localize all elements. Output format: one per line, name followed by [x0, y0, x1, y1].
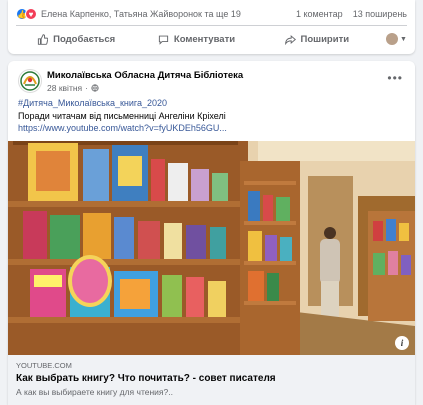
post-url-link[interactable]: https://www.youtube.com/watch?v=fyUKDEh5… [18, 122, 405, 135]
share-button[interactable]: Поширити [257, 34, 377, 45]
avatar [386, 33, 399, 45]
post-card: Миколаївська Обласна Дитяча Бібліотека 2… [8, 61, 415, 405]
share-label: Поширити [300, 33, 350, 45]
reaction-icons[interactable]: 👍 ♥ [16, 8, 37, 20]
comment-label: Коментувати [173, 33, 236, 45]
previous-post-footer: 👍 ♥ Елена Карпенко, Татьяна Жайворонок т… [8, 0, 415, 54]
comment-icon [158, 35, 168, 45]
more-options-icon[interactable]: ••• [387, 71, 403, 85]
reacted-by-text[interactable]: Елена Карпенко, Татьяна Жайворонок та ще… [41, 9, 296, 19]
chevron-down-icon: ▼ [400, 35, 407, 43]
divider [16, 25, 407, 26]
post-meta: 28 квітня · [47, 83, 99, 93]
page-name-link[interactable]: Миколаївська Обласна Дитяча Бібліотека [47, 70, 243, 81]
share-as-selector[interactable]: ▼ [377, 33, 407, 45]
action-bar: Подобається Коментувати Поширити ▼ [16, 28, 407, 50]
info-icon[interactable]: i [395, 336, 409, 350]
post-message: Поради читачам від письменниці Ангеліни … [18, 110, 226, 121]
link-preview-image[interactable]: i [8, 141, 415, 355]
link-domain: YOUTUBE.COM [16, 361, 72, 370]
library-logo-icon [20, 71, 40, 91]
post-header: Миколаївська Обласна Дитяча Бібліотека 2… [16, 67, 407, 97]
page-avatar[interactable] [18, 69, 42, 93]
bookstore-photo [8, 141, 415, 355]
reactions-summary: 👍 ♥ Елена Карпенко, Татьяна Жайворонок т… [16, 6, 407, 22]
comment-button[interactable]: Коментувати [136, 34, 256, 45]
hashtag-link[interactable]: #Дитяча_Миколаївська_книга_2020 [18, 97, 405, 110]
link-title: Как выбрать книгу? Что почитать? - совет… [16, 373, 276, 384]
globe-icon[interactable] [91, 84, 99, 92]
comments-count[interactable]: 1 коментар [296, 9, 343, 19]
link-preview-caption[interactable]: YOUTUBE.COM Как выбрать книгу? Что почит… [8, 355, 415, 405]
thumbs-up-icon [38, 33, 49, 45]
post-date[interactable]: 28 квітня [47, 83, 82, 93]
like-button[interactable]: Подобається [16, 34, 136, 45]
share-icon [284, 34, 296, 45]
separator-dot: · [85, 83, 88, 93]
like-label: Подобається [53, 33, 116, 45]
link-description: А как вы выбираете книгу для чтения?.. [16, 387, 173, 397]
love-reaction-icon: ♥ [25, 8, 37, 20]
post-body: #Дитяча_Миколаївська_книга_2020 Поради ч… [18, 97, 405, 135]
shares-count[interactable]: 13 поширень [353, 9, 407, 19]
